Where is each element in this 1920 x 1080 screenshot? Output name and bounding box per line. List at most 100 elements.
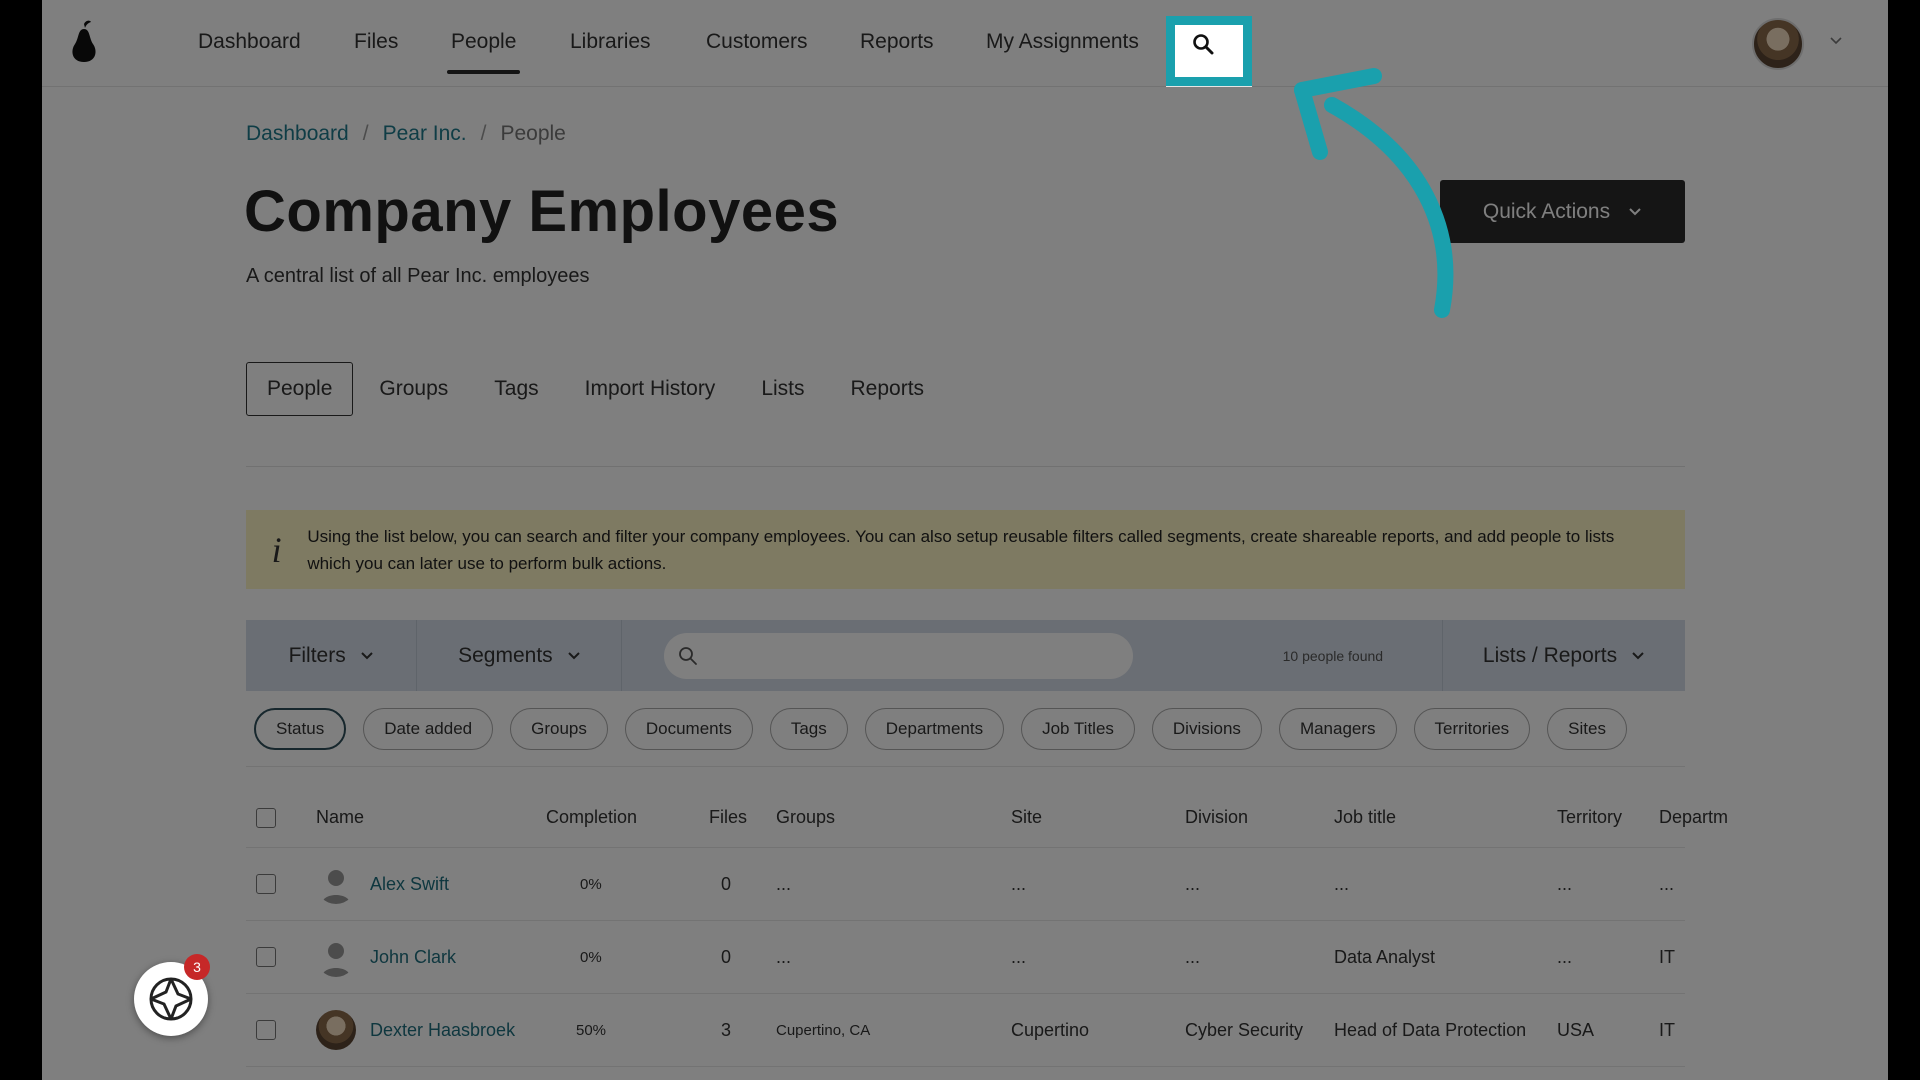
row-checkbox[interactable] bbox=[256, 947, 276, 967]
segments-dropdown[interactable]: Segments bbox=[417, 620, 623, 691]
chip-departments[interactable]: Departments bbox=[864, 708, 1005, 750]
header-name[interactable]: Name bbox=[316, 807, 364, 828]
job-title-value: Data Analyst bbox=[1334, 946, 1436, 967]
tab-import-history[interactable]: Import History bbox=[585, 377, 716, 401]
chevron-down-icon bbox=[361, 651, 373, 659]
header-files[interactable]: Files bbox=[709, 807, 747, 828]
job-title-value: ... bbox=[1334, 873, 1350, 894]
header-department[interactable]: Departm bbox=[1659, 807, 1728, 828]
quick-actions-button[interactable]: Quick Actions bbox=[1440, 180, 1685, 243]
person-placeholder-icon bbox=[316, 937, 356, 977]
chip-territories[interactable]: Territories bbox=[1413, 708, 1531, 750]
nav-people[interactable]: People bbox=[446, 30, 521, 74]
table-row[interactable]: Dexter Haasbroek 50% 3 Cupertino, CA Cup… bbox=[246, 994, 1685, 1067]
list-toolbar: Filters Segments 10 people found Lists /… bbox=[246, 620, 1685, 691]
chevron-down-icon bbox=[567, 651, 580, 659]
page-subtitle: A central list of all Pear Inc. employee… bbox=[246, 265, 590, 287]
table-header: Name Completion Files Groups Site Divisi… bbox=[246, 788, 1728, 848]
header-site[interactable]: Site bbox=[1011, 807, 1042, 828]
help-widget-button[interactable]: 3 bbox=[134, 954, 210, 1036]
lists-reports-dropdown[interactable]: Lists / Reports bbox=[1442, 620, 1685, 691]
chip-groups[interactable]: Groups bbox=[510, 708, 608, 750]
tab-tags[interactable]: Tags bbox=[494, 377, 538, 401]
chip-managers[interactable]: Managers bbox=[1278, 708, 1397, 750]
tab-people[interactable]: People bbox=[246, 362, 354, 416]
files-value: 0 bbox=[721, 873, 732, 894]
people-table: Name Completion Files Groups Site Divisi… bbox=[246, 788, 1728, 1067]
row-checkbox[interactable] bbox=[256, 874, 276, 894]
results-count: 10 people found bbox=[1282, 647, 1384, 664]
site-value: Cupertino bbox=[1011, 1019, 1090, 1040]
person-placeholder-icon bbox=[316, 864, 356, 904]
person-name-link[interactable]: Alex Swift bbox=[370, 874, 449, 895]
info-banner: i Using the list below, you can search a… bbox=[246, 510, 1685, 589]
filter-chips: Status Date added Groups Documents Tags … bbox=[254, 708, 1627, 750]
breadcrumb: Dashboard / Pear Inc. / People bbox=[246, 122, 566, 146]
user-avatar[interactable] bbox=[1752, 18, 1804, 70]
job-title-value: Head of Data Protection bbox=[1334, 1019, 1527, 1040]
tab-groups[interactable]: Groups bbox=[379, 377, 448, 401]
chevron-down-icon[interactable] bbox=[1829, 36, 1843, 46]
division-value: Cyber Security bbox=[1185, 1019, 1304, 1040]
table-row[interactable]: Alex Swift 0% 0 ... ... ... ... ... ... bbox=[246, 848, 1685, 921]
pear-logo-icon[interactable] bbox=[66, 20, 102, 64]
territory-value: ... bbox=[1557, 946, 1573, 967]
chip-date-added[interactable]: Date added bbox=[363, 708, 494, 750]
site-value: ... bbox=[1011, 873, 1027, 894]
tab-reports[interactable]: Reports bbox=[851, 377, 925, 401]
person-name-link[interactable]: Dexter Haasbroek bbox=[370, 1020, 515, 1041]
nav-dashboard[interactable]: Dashboard bbox=[198, 30, 301, 54]
groups-value: Cupertino, CA bbox=[776, 1021, 871, 1039]
header-groups[interactable]: Groups bbox=[776, 807, 835, 828]
department-value: IT bbox=[1659, 1019, 1675, 1040]
search-icon bbox=[1193, 34, 1214, 55]
chip-job-titles[interactable]: Job Titles bbox=[1021, 708, 1135, 750]
search-icon bbox=[679, 646, 698, 665]
people-search-input[interactable] bbox=[664, 632, 1133, 679]
breadcrumb-dashboard[interactable]: Dashboard bbox=[246, 122, 349, 146]
division-value: ... bbox=[1185, 946, 1201, 967]
filters-dropdown[interactable]: Filters bbox=[246, 620, 418, 691]
completion-value: 50% bbox=[576, 1021, 607, 1039]
completion-value: 0% bbox=[580, 948, 602, 966]
groups-value: ... bbox=[776, 946, 792, 967]
app-window: Dashboard Files People Libraries Custome… bbox=[42, 0, 1888, 1080]
territory-value: ... bbox=[1557, 873, 1573, 894]
nav-customers[interactable]: Customers bbox=[706, 30, 808, 54]
header-division[interactable]: Division bbox=[1185, 807, 1248, 828]
chip-tags[interactable]: Tags bbox=[769, 708, 848, 750]
breadcrumb-current: People bbox=[500, 122, 566, 145]
division-value: ... bbox=[1185, 873, 1201, 894]
department-value: IT bbox=[1659, 946, 1675, 967]
table-row[interactable]: John Clark 0% 0 ... ... ... Data Analyst… bbox=[246, 921, 1685, 994]
header-territory[interactable]: Territory bbox=[1557, 807, 1622, 828]
breadcrumb-separator: / bbox=[480, 122, 487, 145]
filters-label: Filters bbox=[288, 643, 346, 667]
nav-reports[interactable]: Reports bbox=[860, 30, 934, 54]
aperture-icon bbox=[149, 977, 193, 1021]
select-all-checkbox[interactable] bbox=[256, 807, 276, 828]
chip-divisions[interactable]: Divisions bbox=[1151, 708, 1262, 750]
tab-lists[interactable]: Lists bbox=[761, 377, 804, 401]
info-icon: i bbox=[271, 529, 282, 570]
person-name-link[interactable]: John Clark bbox=[370, 947, 456, 968]
nav-files[interactable]: Files bbox=[354, 30, 398, 54]
chevron-down-icon bbox=[1629, 207, 1641, 215]
quick-actions-label: Quick Actions bbox=[1482, 199, 1611, 223]
nav-my-assignments[interactable]: My Assignments bbox=[986, 30, 1139, 54]
nav-search-button[interactable] bbox=[1166, 16, 1252, 86]
chip-sites[interactable]: Sites bbox=[1547, 708, 1627, 750]
header-completion[interactable]: Completion bbox=[546, 807, 637, 828]
breadcrumb-company[interactable]: Pear Inc. bbox=[383, 122, 467, 146]
row-checkbox[interactable] bbox=[256, 1020, 276, 1040]
divider bbox=[246, 766, 1685, 767]
chevron-down-icon bbox=[1632, 651, 1644, 659]
chip-documents[interactable]: Documents bbox=[624, 708, 753, 750]
chip-status[interactable]: Status bbox=[254, 708, 347, 750]
department-value: ... bbox=[1659, 873, 1675, 894]
lists-reports-label: Lists / Reports bbox=[1482, 643, 1618, 667]
page-title: Company Employees bbox=[244, 179, 840, 244]
nav-libraries[interactable]: Libraries bbox=[570, 30, 651, 54]
header-job-title[interactable]: Job title bbox=[1334, 807, 1396, 828]
breadcrumb-separator: / bbox=[362, 122, 369, 145]
